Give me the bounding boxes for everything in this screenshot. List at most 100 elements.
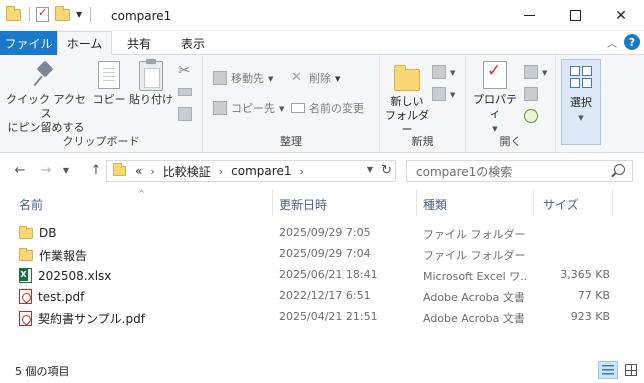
easy-access-button[interactable]: ▼ xyxy=(432,85,455,103)
breadcrumb-separator-icon[interactable]: › xyxy=(299,165,303,178)
divider xyxy=(90,7,92,22)
details-view-icon xyxy=(602,365,614,375)
open-button[interactable]: ▼ xyxy=(524,63,547,81)
pin-to-quick-access-button[interactable]: クイック アクセス にピン留めする xyxy=(6,61,86,135)
pdf-file-icon xyxy=(19,289,32,304)
select-button[interactable]: 選択 ▼ xyxy=(561,59,601,145)
column-divider[interactable] xyxy=(416,189,417,216)
chevron-down-icon: ▼ xyxy=(279,104,285,113)
rename-button[interactable]: 名前の変更 xyxy=(291,99,364,117)
cut-button[interactable]: ✂ xyxy=(178,61,192,79)
breadcrumb-item[interactable]: compare1 xyxy=(231,164,291,178)
minimize-button[interactable] xyxy=(506,0,552,31)
breadcrumb-separator-icon[interactable]: › xyxy=(150,165,154,178)
file-row[interactable]: test.pdf 2022/12/17 6:51 Adobe Acroba 文書… xyxy=(0,286,644,307)
file-name: 作業報告 xyxy=(39,249,88,263)
tab-file[interactable]: ファイル xyxy=(0,31,57,55)
chevron-down-icon: ▼ xyxy=(450,90,456,99)
open-icon xyxy=(524,65,538,79)
help-icon[interactable]: ? xyxy=(624,34,640,50)
recent-locations-chevron-icon[interactable]: ▼ xyxy=(58,162,74,178)
close-button[interactable]: ✕ xyxy=(598,0,644,31)
copy-path-icon xyxy=(178,88,192,96)
column-divider[interactable] xyxy=(533,189,534,216)
quick-access-toolbar: ▼ xyxy=(6,5,92,22)
easy-access-icon xyxy=(432,87,446,101)
column-divider[interactable] xyxy=(272,189,273,216)
properties-button[interactable]: プロパティ ▼ xyxy=(470,61,520,136)
paste-icon xyxy=(139,59,163,91)
file-date: 2025/09/29 7:05 xyxy=(279,226,371,239)
properties-icon[interactable] xyxy=(36,6,49,22)
folder-icon xyxy=(19,248,33,261)
maximize-button[interactable] xyxy=(552,0,598,31)
file-type: ファイル フォルダー xyxy=(423,228,526,241)
column-header-name[interactable]: 名前 xyxy=(19,196,43,213)
breadcrumb-separator-icon[interactable]: › xyxy=(219,165,223,178)
new-folder-icon[interactable] xyxy=(55,5,70,21)
file-name: DB xyxy=(39,226,57,240)
pin-label-line1: クイック アクセス xyxy=(6,93,86,120)
properties-label: プロパティ xyxy=(473,93,517,120)
folder-icon xyxy=(113,163,126,176)
breadcrumb-item[interactable]: 比較検証 xyxy=(163,163,211,180)
new-item-button[interactable]: ▼ xyxy=(432,63,455,81)
breadcrumb-overflow[interactable]: « xyxy=(135,164,142,178)
paste-label: 貼り付け xyxy=(129,93,173,106)
column-header-type[interactable]: 種類 xyxy=(423,196,447,213)
copy-path-button[interactable] xyxy=(178,83,192,101)
details-view-button[interactable] xyxy=(598,361,618,379)
divider xyxy=(29,7,30,22)
delete-label: 削除 xyxy=(309,72,331,85)
copy-to-label: コピー先 xyxy=(231,102,275,115)
select-group: 選択 ▼ xyxy=(556,55,606,153)
move-to-button[interactable]: 移動先 ▼ xyxy=(213,69,273,87)
paste-button[interactable]: 貼り付け xyxy=(128,59,174,107)
collapse-ribbon-chevron-icon[interactable]: ︿ xyxy=(604,34,620,50)
folder-icon xyxy=(6,5,21,21)
search-input[interactable]: compare1の検索 xyxy=(406,160,633,182)
organize-group-label: 整理 xyxy=(280,135,302,148)
file-row[interactable]: 契約書サンプル.pdf 2025/04/21 21:51 Adobe Acrob… xyxy=(0,307,644,328)
file-name: test.pdf xyxy=(38,289,85,304)
copy-button[interactable]: コピー xyxy=(92,61,126,107)
tab-home[interactable]: ホーム xyxy=(57,31,112,56)
copy-to-button[interactable]: コピー先 ▼ xyxy=(213,99,284,117)
up-arrow-icon[interactable]: ↑ xyxy=(88,162,104,178)
address-bar[interactable]: « › 比較検証 › compare1 › ▼ ↻ xyxy=(106,160,396,182)
pdf-file-icon xyxy=(19,311,32,326)
column-header-size[interactable]: サイズ xyxy=(543,196,579,213)
tab-share[interactable]: 共有 xyxy=(112,31,166,55)
large-icons-view-button[interactable] xyxy=(621,361,641,379)
file-row[interactable]: 202508.xlsx 2025/06/21 18:41 Microsoft E… xyxy=(0,265,644,286)
address-history-chevron-icon[interactable]: ▼ xyxy=(367,165,373,174)
customize-quick-access-dropdown[interactable]: ▼ xyxy=(76,10,82,19)
edit-button[interactable] xyxy=(524,85,538,103)
title-bar: ▼ compare1 ✕ xyxy=(0,0,644,31)
back-arrow-icon[interactable]: ← xyxy=(12,162,28,178)
file-name: 契約書サンプル.pdf xyxy=(38,312,145,326)
tab-view[interactable]: 表示 xyxy=(166,31,220,55)
status-bar: 5 個の項目 xyxy=(0,358,644,383)
move-to-icon xyxy=(213,71,227,85)
minimize-icon xyxy=(523,15,535,16)
file-row[interactable]: DB 2025/09/29 7:05 ファイル フォルダー xyxy=(0,223,644,244)
column-header-date[interactable]: 更新日時 xyxy=(279,196,327,213)
file-date: 2022/12/17 6:51 xyxy=(279,289,371,302)
new-folder-button[interactable]: 新しい フォルダー xyxy=(384,61,430,137)
history-button[interactable] xyxy=(524,107,538,125)
column-divider[interactable] xyxy=(612,189,613,216)
delete-button[interactable]: ✕ 削除 ▼ xyxy=(291,69,340,87)
refresh-icon[interactable]: ↻ xyxy=(381,163,392,178)
pin-icon xyxy=(33,61,59,89)
forward-arrow-icon[interactable]: → xyxy=(38,162,54,178)
large-icons-view-icon xyxy=(625,364,637,376)
paste-shortcut-button[interactable] xyxy=(178,105,192,123)
ribbon-tabs: ファイル ホーム 共有 表示 ︿ ? xyxy=(0,31,644,56)
new-folder-icon xyxy=(392,61,422,91)
file-size: 923 KB xyxy=(570,310,610,323)
file-name: 202508.xlsx xyxy=(38,268,112,283)
file-row[interactable]: 作業報告 2025/09/29 7:04 ファイル フォルダー xyxy=(0,244,644,265)
scissors-icon: ✂ xyxy=(178,61,191,79)
open-group-label: 開く xyxy=(499,135,522,148)
